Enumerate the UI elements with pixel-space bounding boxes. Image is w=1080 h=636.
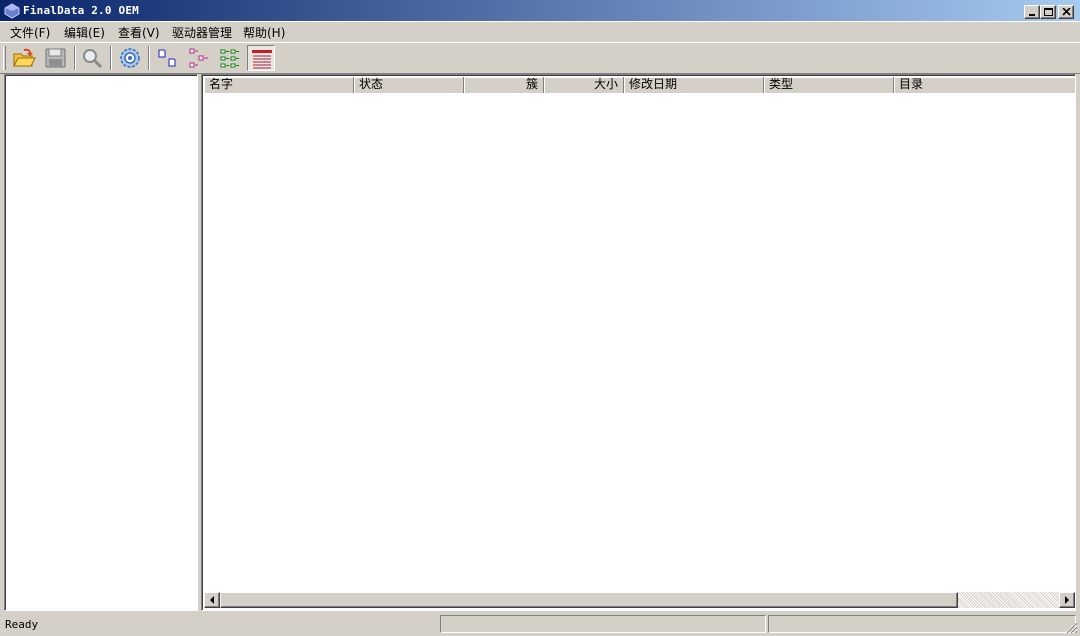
list-view-icon — [220, 49, 239, 68]
column-header-directory[interactable]: 目录 — [894, 77, 1075, 93]
app-icon — [4, 3, 20, 19]
menu-view[interactable]: 查看(V) — [116, 24, 162, 41]
minimize-icon — [1029, 14, 1035, 16]
open-folder-icon — [13, 48, 36, 67]
status-panel — [440, 615, 766, 633]
large-icons-view-icon — [158, 49, 176, 67]
maximize-button[interactable] — [1040, 5, 1056, 19]
file-list-header: 名字 状态 簇 大小 修改日期 类型 目录 — [204, 77, 1075, 93]
open-button[interactable] — [10, 45, 38, 71]
toolbar-separator — [110, 46, 112, 70]
minimize-button[interactable] — [1024, 5, 1040, 19]
column-header-type[interactable]: 类型 — [764, 77, 894, 93]
settings-button[interactable] — [116, 45, 144, 71]
arrow-left-icon — [210, 596, 214, 604]
details-view-button[interactable] — [247, 45, 275, 71]
file-list-pane[interactable]: 名字 状态 簇 大小 修改日期 类型 目录 — [201, 74, 1076, 611]
menu-help[interactable]: 帮助(H) — [241, 24, 287, 41]
menu-drive-management[interactable]: 驱动器管理 — [170, 24, 234, 41]
menu-edit[interactable]: 编辑(E) — [62, 24, 107, 41]
toolbar-separator — [74, 46, 76, 70]
folder-tree-pane[interactable] — [4, 74, 198, 611]
column-header-status[interactable]: 状态 — [354, 77, 464, 93]
horizontal-scrollbar[interactable] — [204, 592, 1075, 608]
arrow-right-icon — [1065, 596, 1069, 604]
status-bar: Ready — [0, 614, 1080, 636]
large-icons-button[interactable] — [154, 45, 182, 71]
settings-gear-icon — [120, 48, 140, 68]
window-title: FinalData 2.0 OEM — [23, 4, 139, 17]
toolbar-separator — [148, 46, 150, 70]
toolbar — [0, 42, 1080, 74]
column-header-name[interactable]: 名字 — [204, 77, 354, 93]
scroll-right-button[interactable] — [1059, 592, 1075, 608]
small-icons-view-icon — [189, 48, 208, 68]
close-icon — [1062, 8, 1071, 16]
list-view-button[interactable] — [216, 45, 244, 71]
column-header-cluster[interactable]: 簇 — [464, 77, 544, 93]
column-header-modified-date[interactable]: 修改日期 — [624, 77, 764, 93]
scroll-left-button[interactable] — [204, 592, 220, 608]
details-view-icon — [252, 50, 272, 69]
maximize-icon — [1044, 8, 1053, 16]
title-bar[interactable]: FinalData 2.0 OEM — [0, 0, 1080, 22]
resize-grip-icon[interactable] — [1064, 620, 1078, 634]
save-button[interactable] — [42, 45, 70, 71]
search-button[interactable] — [78, 45, 106, 71]
save-icon — [45, 48, 66, 68]
small-icons-button[interactable] — [185, 45, 213, 71]
search-icon — [83, 49, 103, 69]
column-header-size[interactable]: 大小 — [544, 77, 624, 93]
menu-bar: 文件(F) 编辑(E) 查看(V) 驱动器管理 帮助(H) — [0, 22, 1080, 42]
status-panel — [768, 615, 1076, 633]
menu-file[interactable]: 文件(F) — [8, 24, 52, 41]
scrollbar-thumb[interactable] — [220, 592, 958, 608]
toolbar-grip[interactable] — [3, 46, 6, 70]
close-button[interactable] — [1058, 5, 1074, 19]
status-text: Ready — [5, 618, 39, 631]
